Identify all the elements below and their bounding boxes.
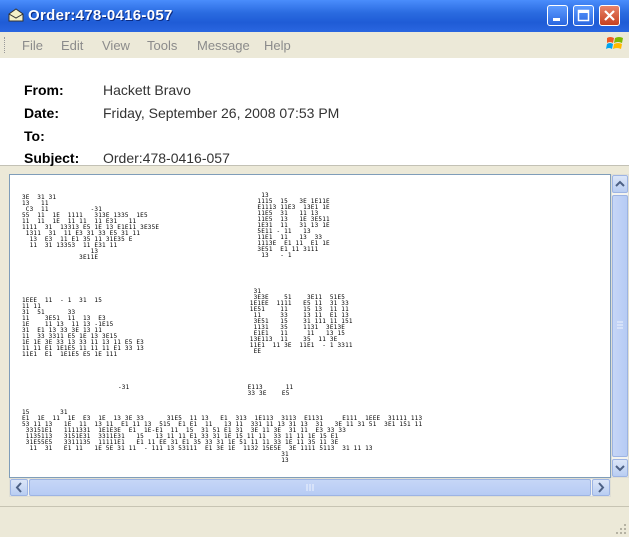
title-bar[interactable]: Order:478-0416-057 xyxy=(0,0,629,32)
vertical-scroll-thumb[interactable] xyxy=(612,195,628,457)
scroll-left-button[interactable] xyxy=(10,479,28,496)
ascii-art-block: 31 3E3E 51 3E11 51E5 1E1EE 1111 E5 11 31… xyxy=(249,288,353,355)
scroll-up-button[interactable] xyxy=(612,175,628,193)
message-body[interactable]: 3E 31 31 13 11 C3 11 -31 55 11 1E 1111 3… xyxy=(9,174,611,478)
message-header: From: Hackett Bravo Date: Friday, Septem… xyxy=(0,59,629,166)
close-icon xyxy=(604,10,615,21)
menu-tools[interactable]: Tools xyxy=(147,38,177,53)
menu-file[interactable]: File xyxy=(22,38,43,53)
resize-grip-icon[interactable] xyxy=(615,523,627,535)
maximize-button[interactable] xyxy=(573,5,594,26)
message-window: Order:478-0416-057 File Edit View Tools … xyxy=(0,0,629,537)
ascii-art-block: -31 E113 11 33 3E E5 xyxy=(118,384,294,397)
from-value: Hackett Bravo xyxy=(103,82,191,98)
windows-logo-icon xyxy=(606,35,624,53)
envelope-icon xyxy=(8,8,24,22)
scroll-right-button[interactable] xyxy=(592,479,610,496)
date-value: Friday, September 26, 2008 07:53 PM xyxy=(103,105,340,121)
minimize-button[interactable] xyxy=(547,5,568,26)
scroll-left-arrow-icon xyxy=(15,482,22,493)
scroll-up-arrow-icon xyxy=(615,180,625,187)
menu-help[interactable]: Help xyxy=(264,38,291,53)
from-label: From: xyxy=(24,82,64,98)
toolbar-grip[interactable] xyxy=(4,37,8,53)
ascii-art-block: 3E 31 31 13 11 C3 11 -31 55 11 1E 1111 3… xyxy=(22,194,160,261)
menu-edit[interactable]: Edit xyxy=(61,38,83,53)
vertical-scrollbar[interactable] xyxy=(611,174,629,478)
subject-label: Subject: xyxy=(24,150,80,166)
date-label: Date: xyxy=(24,105,60,121)
horizontal-scroll-thumb[interactable] xyxy=(29,479,591,496)
scroll-right-arrow-icon xyxy=(598,482,605,493)
scroll-down-button[interactable] xyxy=(612,459,628,477)
menu-bar: File Edit View Tools Message Help xyxy=(0,32,629,59)
subject-value: Order:478-0416-057 xyxy=(103,150,230,166)
close-button[interactable] xyxy=(599,5,620,26)
ascii-art-block: 1EEE 11 - 1 31 15 11 11 31 51 33 11 3E51… xyxy=(22,297,144,358)
menu-message[interactable]: Message xyxy=(197,38,250,53)
scroll-down-arrow-icon xyxy=(615,465,625,472)
maximize-icon xyxy=(577,9,590,22)
horizontal-scrollbar[interactable] xyxy=(9,478,611,497)
ascii-art-block: 15 31 E1 1E 11 1E E3 1E 13 3E 33 31E5 11… xyxy=(22,409,423,464)
to-label: To: xyxy=(24,128,45,144)
status-bar xyxy=(0,506,629,537)
menu-view[interactable]: View xyxy=(102,38,130,53)
ascii-art-block: 13 1115 15 3E 1E11E E1113 11E3 13E1 1E 1… xyxy=(257,192,330,259)
minimize-icon xyxy=(553,18,560,21)
window-title: Order:478-0416-057 xyxy=(28,7,173,24)
